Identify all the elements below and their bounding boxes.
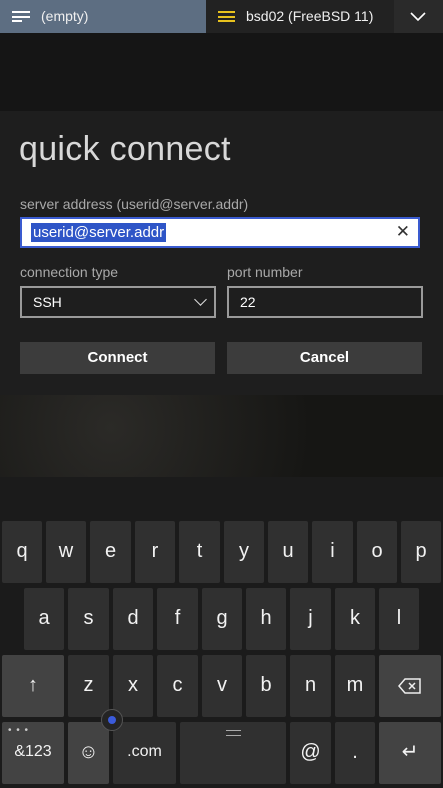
key-v[interactable]: v	[202, 655, 242, 717]
server-address-input[interactable]: userid@server.addr ✕	[20, 217, 420, 248]
key-t[interactable]: t	[179, 521, 220, 583]
at-key[interactable]: @	[290, 722, 331, 784]
spacebar-handle-icon	[226, 730, 241, 736]
key-i[interactable]: i	[312, 521, 353, 583]
port-number-value: 22	[240, 294, 256, 310]
symbols-key-label: &123	[14, 743, 52, 760]
tab-bsd02[interactable]: bsd02 (FreeBSD 11)	[206, 0, 394, 33]
chevron-down-icon	[410, 12, 426, 22]
key-e[interactable]: e	[90, 521, 131, 583]
key-h[interactable]: h	[246, 588, 286, 650]
dialog-title: quick connect	[19, 130, 231, 168]
hamburger-icon	[218, 11, 236, 22]
key-r[interactable]: r	[135, 521, 175, 583]
backspace-icon	[398, 678, 421, 694]
port-number-input[interactable]: 22	[227, 286, 423, 318]
key-s[interactable]: s	[68, 588, 109, 650]
ellipsis-icon: • • •	[8, 725, 30, 736]
key-d[interactable]: d	[113, 588, 153, 650]
background-image	[0, 395, 443, 477]
symbols-key[interactable]: • • • &123	[2, 722, 64, 784]
tab-bar: (empty) bsd02 (FreeBSD 11)	[0, 0, 443, 33]
background-strip	[0, 33, 443, 111]
key-z[interactable]: z	[68, 655, 109, 717]
key-l[interactable]: l	[379, 588, 419, 650]
connection-type-value: SSH	[33, 294, 62, 310]
key-x[interactable]: x	[113, 655, 153, 717]
server-address-label: server address (userid@server.addr)	[20, 196, 249, 212]
key-u[interactable]: u	[268, 521, 308, 583]
key-b[interactable]: b	[246, 655, 286, 717]
connect-button[interactable]: Connect	[20, 342, 215, 374]
cursor-control-icon[interactable]	[101, 709, 123, 731]
key-a[interactable]: a	[24, 588, 64, 650]
connection-type-select[interactable]: SSH	[20, 286, 216, 318]
key-w[interactable]: w	[46, 521, 86, 583]
tab-empty[interactable]: (empty)	[0, 0, 206, 33]
terminal-list-icon	[12, 11, 30, 22]
tab-label: (empty)	[41, 8, 89, 24]
key-p[interactable]: p	[401, 521, 441, 583]
key-m[interactable]: m	[335, 655, 375, 717]
dotcom-key[interactable]: .com	[113, 722, 176, 784]
port-number-label: port number	[227, 264, 303, 280]
key-j[interactable]: j	[290, 588, 331, 650]
key-k[interactable]: k	[335, 588, 375, 650]
emoji-icon: ☺	[78, 741, 99, 763]
quick-connect-dialog: quick connect server address (userid@ser…	[0, 111, 443, 395]
tab-label: bsd02 (FreeBSD 11)	[246, 8, 374, 24]
shift-key[interactable]: ↑	[2, 655, 64, 717]
enter-key[interactable]: ↵	[379, 722, 441, 784]
emoji-key[interactable]: ☺	[68, 722, 109, 784]
key-f[interactable]: f	[157, 588, 198, 650]
server-address-value: userid@server.addr	[31, 223, 167, 242]
key-g[interactable]: g	[202, 588, 242, 650]
chevron-down-icon	[194, 293, 207, 306]
period-key[interactable]: .	[335, 722, 375, 784]
key-y[interactable]: y	[224, 521, 264, 583]
cancel-button[interactable]: Cancel	[227, 342, 422, 374]
clear-icon[interactable]: ✕	[396, 222, 410, 242]
key-q[interactable]: q	[2, 521, 42, 583]
connection-type-label: connection type	[20, 264, 119, 280]
tab-dropdown-button[interactable]	[394, 0, 443, 33]
key-c[interactable]: c	[157, 655, 198, 717]
key-n[interactable]: n	[290, 655, 331, 717]
key-o[interactable]: o	[357, 521, 397, 583]
backspace-key[interactable]	[379, 655, 441, 717]
